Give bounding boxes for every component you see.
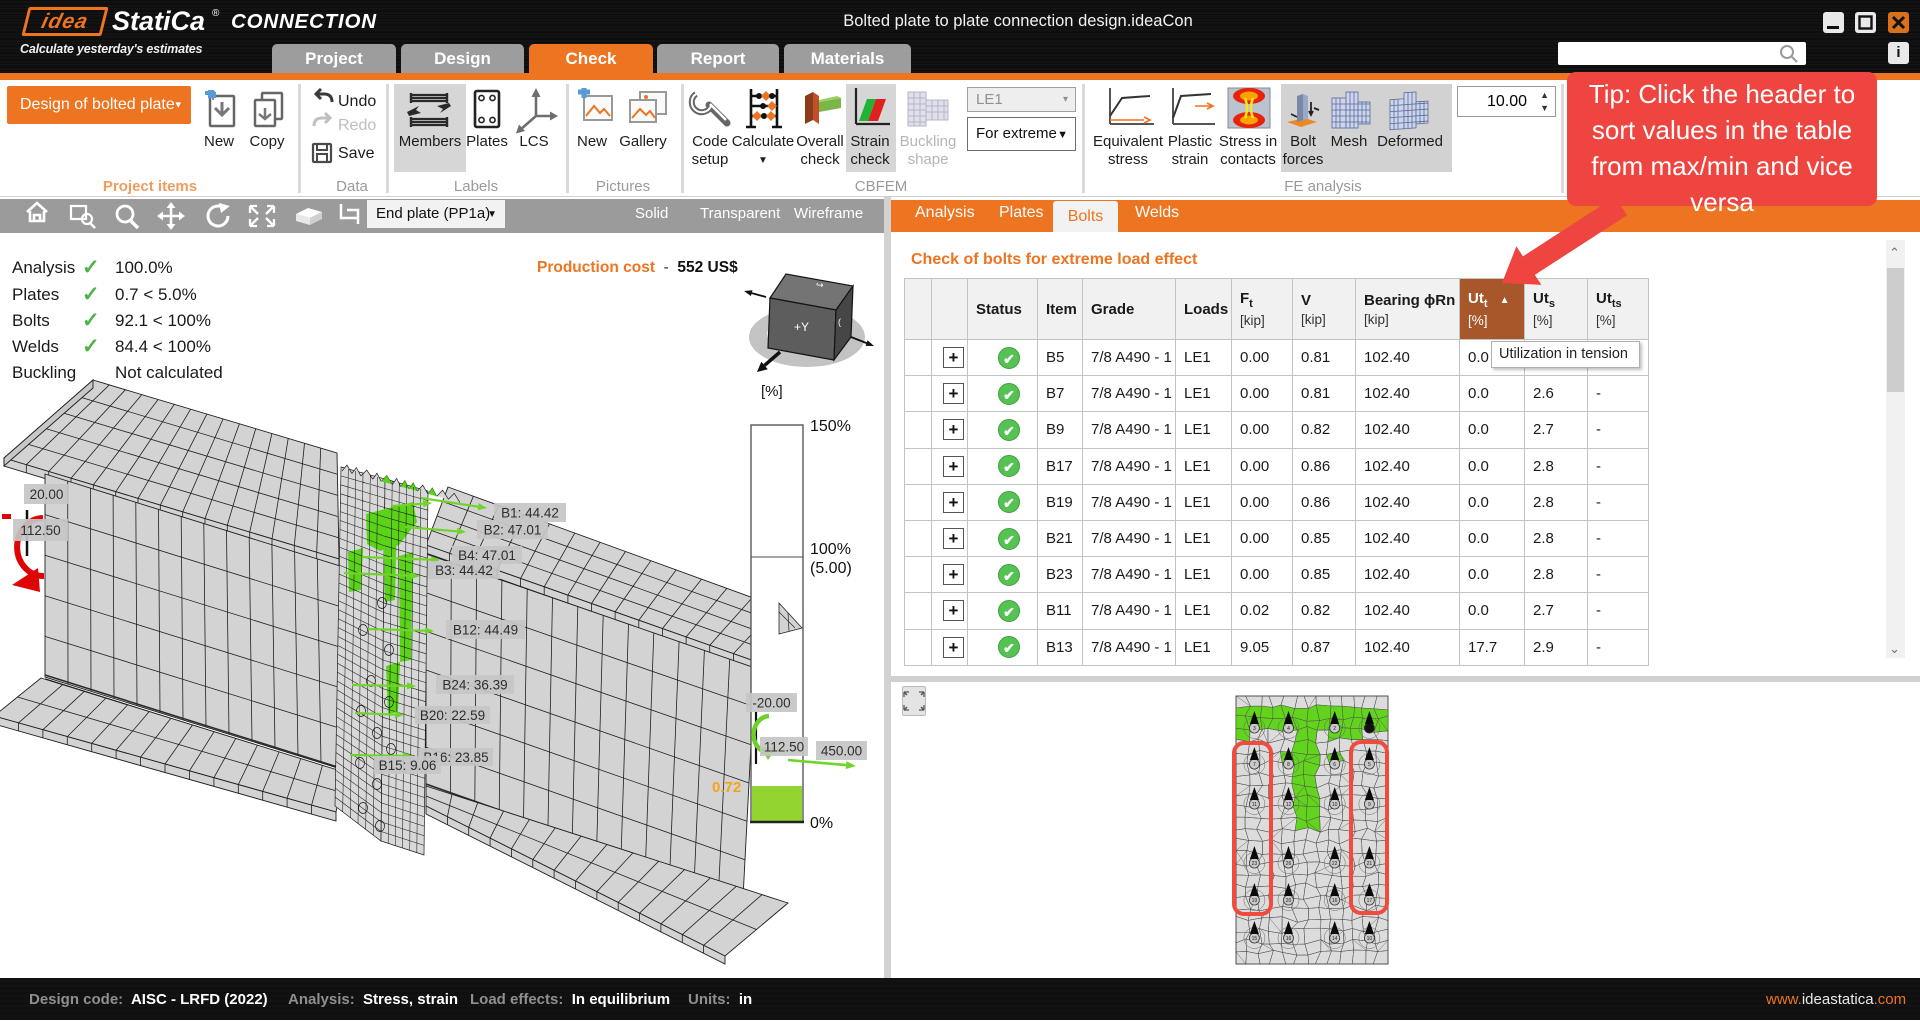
svg-text:+Y: +Y — [794, 320, 809, 334]
svg-text:B4: 47.01: B4: 47.01 — [458, 548, 516, 563]
svg-text:23: 23 — [1252, 861, 1258, 867]
svg-text:5: 5 — [1368, 762, 1371, 768]
svg-text:[%]: [%] — [761, 383, 783, 400]
svg-text:26: 26 — [1286, 861, 1292, 867]
svg-text:2: 2 — [1333, 726, 1336, 732]
svg-text:14: 14 — [1332, 936, 1338, 942]
svg-text:B12: 44.49: B12: 44.49 — [453, 622, 518, 637]
svg-text:7: 7 — [1253, 762, 1256, 768]
svg-text:10: 10 — [1332, 802, 1338, 808]
svg-text:21: 21 — [1367, 861, 1373, 867]
svg-text:B15: 9.06: B15: 9.06 — [379, 758, 437, 773]
svg-text:150%: 150% — [810, 418, 851, 435]
svg-text:17: 17 — [1367, 898, 1373, 904]
svg-text:20.00: 20.00 — [30, 487, 64, 502]
svg-text:100%: 100% — [810, 541, 851, 558]
svg-text:9: 9 — [1368, 802, 1371, 808]
svg-text:16: 16 — [1332, 898, 1338, 904]
svg-text:-20.00: -20.00 — [752, 695, 790, 710]
svg-text:16: 16 — [1286, 936, 1292, 942]
svg-text:B1: 44.42: B1: 44.42 — [501, 505, 559, 520]
svg-text:20: 20 — [1286, 898, 1292, 904]
svg-text:11: 11 — [1252, 802, 1257, 808]
svg-text:0%: 0% — [810, 815, 833, 832]
svg-text:(: ( — [838, 317, 841, 327]
svg-text:15: 15 — [1252, 936, 1258, 942]
svg-text:B20: 22.59: B20: 22.59 — [420, 708, 485, 723]
svg-text:12: 12 — [1286, 802, 1292, 808]
svg-text:4: 4 — [1287, 726, 1290, 732]
svg-text:112.50: 112.50 — [20, 523, 60, 538]
svg-text:↪: ↪ — [816, 280, 824, 290]
svg-text:19: 19 — [1252, 898, 1258, 904]
svg-text:10: 10 — [1367, 936, 1373, 942]
svg-text:8: 8 — [1287, 762, 1290, 768]
svg-text:22: 22 — [1332, 861, 1338, 867]
svg-text:B2: 47.01: B2: 47.01 — [484, 522, 542, 537]
svg-text:0.72: 0.72 — [712, 779, 741, 796]
svg-text:6: 6 — [1333, 762, 1336, 768]
svg-text:3: 3 — [1253, 726, 1256, 732]
svg-text:450.00: 450.00 — [821, 743, 862, 758]
svg-text:(5.00): (5.00) — [810, 560, 852, 577]
svg-text:112.50: 112.50 — [764, 739, 804, 754]
svg-text:B24: 36.39: B24: 36.39 — [442, 677, 507, 692]
svg-text:B3: 44.42: B3: 44.42 — [435, 563, 493, 578]
